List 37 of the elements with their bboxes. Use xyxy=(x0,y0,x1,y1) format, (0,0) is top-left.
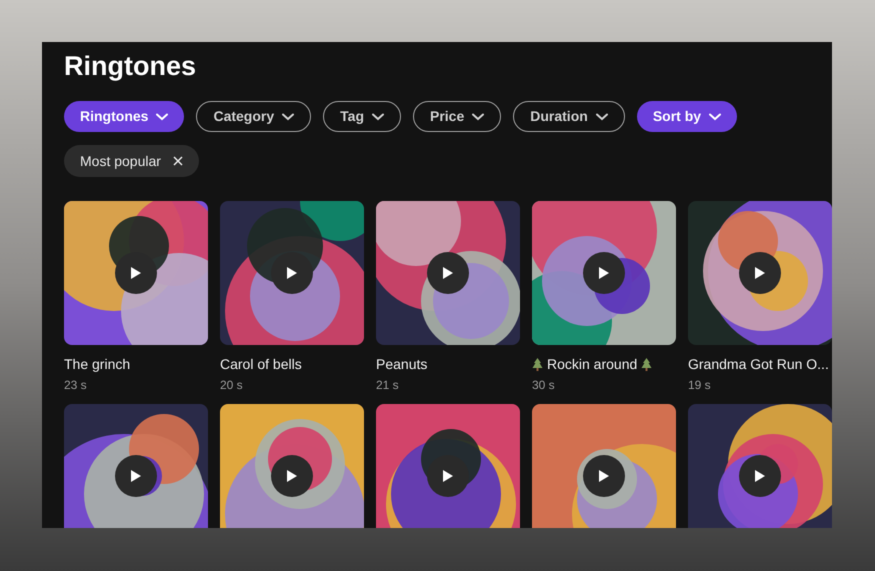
chevron-down-icon xyxy=(156,112,168,120)
chevron-down-icon xyxy=(472,112,484,120)
play-icon xyxy=(443,267,453,279)
play-icon xyxy=(131,470,141,482)
chevron-down-icon xyxy=(282,112,294,120)
filter-dropdown[interactable]: Category xyxy=(196,101,312,132)
ringtone-title: The grinch xyxy=(64,355,130,374)
play-icon xyxy=(287,267,297,279)
play-icon xyxy=(599,267,609,279)
chevron-down-icon xyxy=(709,112,722,120)
tree-icon xyxy=(641,358,652,372)
filter-dropdown[interactable]: Duration xyxy=(513,101,625,132)
ringtone-duration: 21 s xyxy=(376,377,399,394)
play-icon xyxy=(131,267,141,279)
filter-dropdown[interactable]: Tag xyxy=(323,101,401,132)
filter-dropdown[interactable]: Sort by xyxy=(636,101,738,132)
ringtone-title: Grandma Got Run O... xyxy=(688,355,829,374)
play-icon xyxy=(443,470,453,482)
close-icon xyxy=(172,156,183,166)
play-icon xyxy=(755,470,765,482)
tree-icon xyxy=(532,358,543,372)
filter-dropdown[interactable]: Price xyxy=(413,101,502,132)
ringtone-duration: 20 s xyxy=(220,377,243,394)
play-icon xyxy=(599,470,609,482)
ringtone-title: Carol of bells xyxy=(220,355,302,374)
ringtone-duration: 30 s xyxy=(532,377,555,394)
chevron-down-icon xyxy=(372,112,384,120)
ringtone-duration: 19 s xyxy=(688,377,711,394)
ringtone-duration: 23 s xyxy=(64,377,87,394)
play-icon xyxy=(287,470,297,482)
chevron-down-icon xyxy=(596,112,608,120)
filter-dropdown[interactable]: Ringtones xyxy=(64,101,184,132)
ringtone-title: Rockin around xyxy=(547,355,638,374)
filter-chip[interactable]: Most popular xyxy=(64,145,199,177)
play-icon xyxy=(755,267,765,279)
ringtone-title: Peanuts xyxy=(376,355,428,374)
page-title: Ringtones xyxy=(64,50,196,82)
